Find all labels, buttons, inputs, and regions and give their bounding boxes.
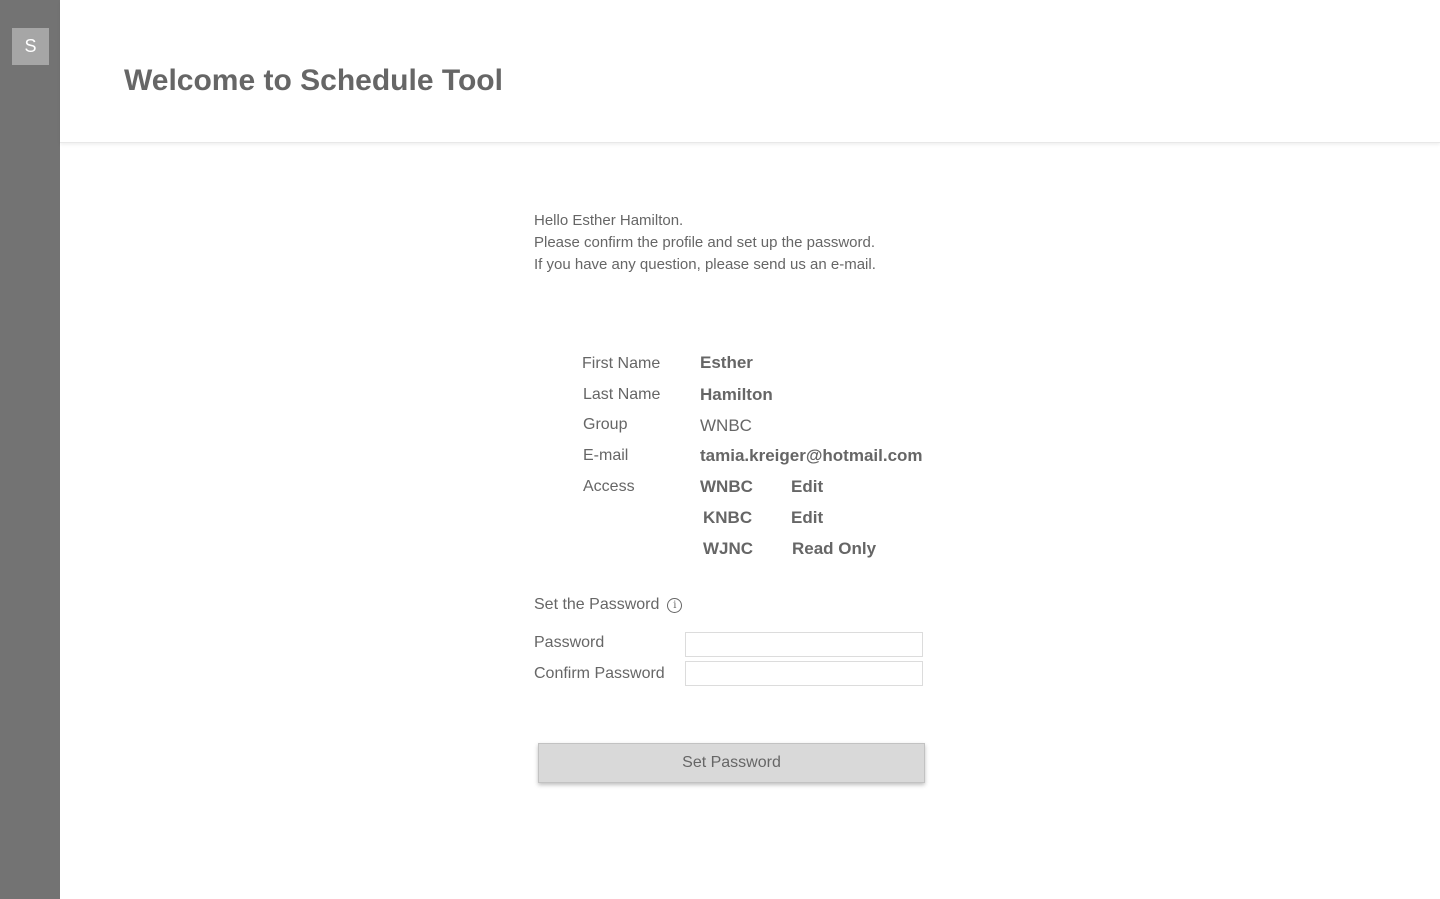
confirm-password-label: Confirm Password: [534, 665, 665, 682]
intro-greeting: Hello Esther Hamilton.: [534, 212, 684, 229]
password-input[interactable]: [685, 632, 923, 657]
info-icon[interactable]: i: [667, 597, 683, 613]
access-level: Read Only: [792, 539, 877, 558]
confirm-password-input[interactable]: [685, 661, 923, 686]
group-label: Group: [583, 416, 628, 433]
access-label: Access: [583, 478, 635, 495]
intro-contact: If you have any question, please send us…: [534, 256, 876, 273]
access-level: Edit: [791, 477, 824, 496]
access-station: WJNC: [703, 539, 754, 558]
password-section-title-text: Set the Password: [534, 596, 660, 613]
access-level: Edit: [791, 508, 824, 527]
header: Welcome to Schedule Tool: [60, 0, 1440, 143]
last-name-label: Last Name: [583, 386, 661, 403]
password-label: Password: [534, 634, 605, 651]
intro-message: Hello Esther Hamilton. Please confirm th…: [534, 210, 876, 276]
sidebar: S: [0, 0, 60, 899]
set-password-button[interactable]: Set Password: [538, 743, 925, 783]
app-logo[interactable]: S: [12, 28, 49, 65]
access-station: WNBC: [700, 477, 753, 496]
access-station: KNBC: [703, 508, 753, 527]
intro-instruction: Please confirm the profile and set up th…: [534, 234, 876, 251]
first-name-value: Esther: [700, 353, 753, 372]
group-value: WNBC: [700, 416, 752, 435]
email-value: tamia.kreiger@hotmail.com: [700, 446, 923, 465]
page-title: Welcome to Schedule Tool: [124, 64, 503, 97]
last-name-value: Hamilton: [700, 385, 773, 404]
email-label: E-mail: [583, 447, 629, 464]
first-name-label: First Name: [582, 355, 661, 372]
password-section-title: Set the Password i: [534, 596, 683, 614]
